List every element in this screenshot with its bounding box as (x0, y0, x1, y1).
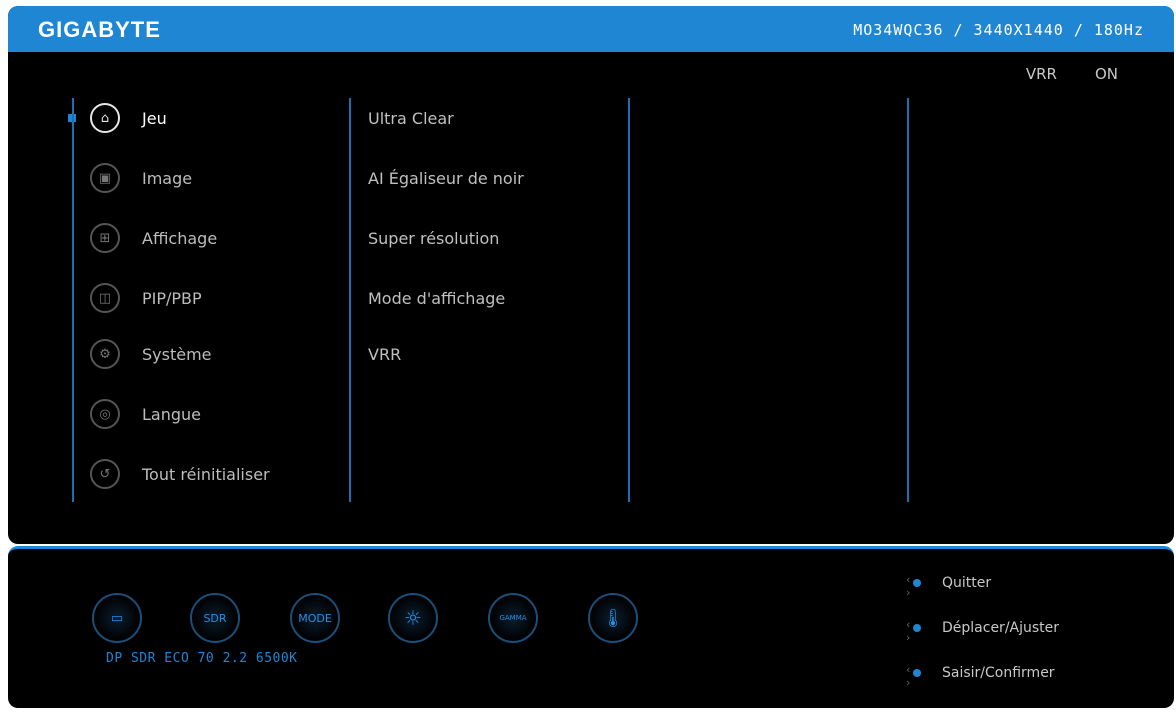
vrr-label: VRR (1025, 65, 1057, 83)
joystick-icon (906, 663, 928, 689)
menu-item-label: Tout réinitialiser (142, 464, 270, 484)
image-icon: ▣ (90, 163, 120, 193)
menu-item-langue[interactable]: ◎ Langue (90, 397, 201, 431)
hint-label: Saisir/Confirmer (942, 665, 1055, 681)
hint-label: Déplacer/Ajuster (942, 620, 1060, 636)
submenu-super-resolution[interactable]: Super résolution (368, 229, 499, 248)
header-bar: GIGABYTE MO34WQC36 / 3440X1440 / 180Hz (8, 6, 1174, 52)
divider (907, 98, 909, 502)
menu-item-image[interactable]: ▣ Image (90, 161, 192, 195)
hint-label: Quitter (942, 575, 992, 591)
resolution: 3440X1440 (973, 21, 1064, 39)
gear-icon: ⚙ (90, 339, 120, 369)
submenu-ai-black-equalizer[interactable]: AI Égaliseur de noir (368, 169, 524, 188)
input-port-icon: ▭ (92, 593, 142, 643)
globe-icon: ◎ (90, 399, 120, 429)
divider (628, 98, 630, 502)
hint-quit: Quitter (906, 573, 992, 599)
menu-item-label: Affichage (142, 228, 218, 248)
hint-enter-confirm: Saisir/Confirmer (906, 663, 1055, 689)
mode-icon: MODE (290, 593, 340, 643)
vrr-status: VRR ON (988, 65, 1118, 83)
menu-item-label: Système (142, 344, 212, 364)
temperature-icon: 🌡 (588, 593, 638, 643)
model-name: MO34WQC36 (853, 21, 944, 39)
menu-item-label: Langue (142, 404, 201, 424)
submenu-display-mode[interactable]: Mode d'affichage (368, 289, 505, 308)
divider (72, 98, 74, 502)
status-panel: ▭ SDR MODE ☼ GAMMA 🌡 DP SDR ECO 70 2.2 6… (8, 546, 1174, 708)
submenu-ultra-clear[interactable]: Ultra Clear (368, 109, 454, 128)
refresh-rate: 180Hz (1093, 21, 1144, 39)
menu-item-label: Jeu (142, 108, 167, 128)
submenu-vrr[interactable]: VRR (368, 345, 401, 364)
menu-item-label: Image (142, 168, 193, 188)
brand-logo: GIGABYTE (38, 17, 161, 42)
gamepad-icon: ⌂ (90, 103, 120, 133)
menu-item-jeu[interactable]: ⌂ Jeu (90, 101, 167, 135)
separator: / (1073, 21, 1084, 39)
divider (349, 98, 351, 502)
status-summary: DP SDR ECO 70 2.2 6500K (106, 651, 298, 666)
menu-item-reset[interactable]: ↺ Tout réinitialiser (90, 457, 270, 491)
brightness-icon: ☼ (388, 593, 438, 643)
gamma-icon: GAMMA (488, 593, 538, 643)
display-grid-icon: ⊞ (90, 223, 120, 253)
sdr-icon: SDR (190, 593, 240, 643)
joystick-icon (906, 573, 928, 599)
pip-icon: ◫ (90, 283, 120, 313)
menu-item-pip-pbp[interactable]: ◫ PIP/PBP (90, 281, 202, 315)
monitor-info: MO34WQC36 / 3440X1440 / 180Hz (853, 21, 1144, 39)
separator: / (953, 21, 964, 39)
joystick-icon (906, 618, 928, 644)
osd-main-panel: GIGABYTE MO34WQC36 / 3440X1440 / 180Hz VRR ON… (8, 6, 1174, 544)
menu-item-label: PIP/PBP (142, 288, 202, 308)
vrr-value: ON (1094, 65, 1118, 83)
reset-icon: ↺ (90, 459, 120, 489)
hint-move-adjust: Déplacer/Ajuster (906, 618, 1060, 644)
menu-item-affichage[interactable]: ⊞ Affichage (90, 221, 217, 255)
menu-item-systeme[interactable]: ⚙ Système (90, 337, 212, 371)
